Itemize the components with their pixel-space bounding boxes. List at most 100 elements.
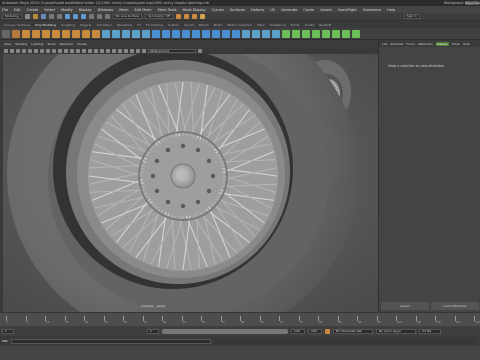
menu-help[interactable]: Help [387, 8, 395, 12]
shelf-tab-arnold[interactable]: Arnold [304, 23, 314, 27]
target-weld-icon[interactable] [212, 29, 220, 38]
motion-blur-icon[interactable] [100, 48, 104, 53]
layer-icon[interactable] [352, 29, 360, 38]
smooth-shade-icon[interactable] [70, 48, 74, 53]
cone-icon[interactable] [42, 29, 50, 38]
viewport[interactable]: Invisible _ persp [3, 54, 378, 312]
menu-edit[interactable]: Edit [14, 8, 21, 12]
select-component-icon[interactable] [80, 14, 86, 19]
menu-file[interactable]: File [2, 8, 8, 12]
command-input[interactable] [11, 338, 212, 344]
disc-icon[interactable] [72, 29, 80, 38]
undo-icon[interactable] [48, 14, 54, 19]
menu-deform[interactable]: Deform [251, 8, 264, 12]
attr-tab-selected[interactable]: Selected [390, 42, 403, 46]
center-pivot-icon[interactable] [292, 29, 300, 38]
symmetry-dropdown[interactable]: Symmetry: Off [145, 14, 173, 19]
mel-label[interactable]: MEL [2, 339, 8, 343]
isolate-select-icon[interactable] [112, 48, 116, 53]
sign-in-button[interactable]: Sign In [403, 14, 420, 19]
wireframe-icon[interactable] [64, 48, 68, 53]
harden-edge-icon[interactable] [332, 29, 340, 38]
xray-icon[interactable] [118, 48, 122, 53]
gate-mask-icon[interactable] [46, 48, 50, 53]
attr-tab-focus[interactable]: Focus [406, 42, 415, 46]
menu-create[interactable]: Create [27, 8, 39, 12]
shelf-tab-fx-caching[interactable]: FX Caching [146, 23, 163, 27]
xray-joints-icon[interactable] [124, 48, 128, 53]
character-set-dropdown[interactable]: No Character Set [333, 328, 373, 334]
cylindrical-uv-icon[interactable] [262, 29, 270, 38]
grid-icon[interactable] [28, 48, 32, 53]
range-end-field[interactable]: 120 [291, 328, 305, 334]
smooth-icon[interactable] [122, 29, 130, 38]
bevel-icon[interactable] [172, 29, 180, 38]
hypershade-icon[interactable] [199, 14, 205, 19]
menu-modify[interactable]: Modify [61, 8, 73, 12]
text-icon[interactable] [82, 29, 90, 38]
fps-dropdown[interactable]: 24 fps [419, 328, 441, 334]
render-icon[interactable] [175, 14, 181, 19]
shelf-tab-poly-modeling[interactable]: Poly Modeling [35, 23, 56, 27]
automatic-uv-icon[interactable] [272, 29, 280, 38]
snap-grid-icon[interactable] [88, 14, 94, 19]
shelf-tab-curves-surfaces[interactable]: Curves / Surfaces [4, 23, 30, 27]
shelf-tab-substance[interactable]: Substance [270, 23, 286, 27]
shelf-tab-fluids[interactable]: Fluids [291, 23, 300, 27]
menu-display[interactable]: Display [79, 8, 92, 12]
quad-draw-icon[interactable] [232, 29, 240, 38]
group-icon[interactable] [342, 29, 350, 38]
menu-generate[interactable]: Generate [281, 8, 297, 12]
panel-menu-shading[interactable]: Shading [15, 42, 27, 46]
menu-set-dropdown[interactable]: Modeling [2, 14, 22, 19]
camera-icon[interactable] [4, 48, 8, 53]
uv-editor-icon[interactable] [242, 29, 250, 38]
exposure-icon[interactable] [136, 48, 140, 53]
fill-hole-icon[interactable] [182, 29, 190, 38]
separate-icon[interactable] [112, 29, 120, 38]
snap-point-icon[interactable] [104, 14, 110, 19]
image-plane-icon[interactable] [22, 48, 26, 53]
cylinder-icon[interactable] [32, 29, 40, 38]
panel-menu-show[interactable]: Show [47, 42, 55, 46]
merge-icon[interactable] [192, 29, 200, 38]
menu-substance[interactable]: Substance [363, 8, 381, 12]
new-scene-icon[interactable] [24, 14, 30, 19]
workspace-dropdown[interactable]: Maya Classic [465, 1, 480, 5]
reverse-normals-icon[interactable] [312, 29, 320, 38]
menu-edit-mesh[interactable]: Edit Mesh [134, 8, 151, 12]
delete-history-icon[interactable] [302, 29, 310, 38]
edge-loop-icon[interactable] [222, 29, 230, 38]
bookmark-icon[interactable] [16, 48, 20, 53]
menu-select[interactable]: Select [44, 8, 55, 12]
camera-attributes-icon[interactable] [10, 48, 14, 53]
shelf-tab-rendering[interactable]: Rendering [117, 23, 132, 27]
shelf-tab-redshift[interactable]: Redshift [319, 23, 331, 27]
range-start-field[interactable]: 1 [147, 328, 159, 334]
color-space-dropdown[interactable]: sRGB gamma [148, 48, 196, 53]
combine-icon[interactable] [102, 29, 110, 38]
menu-windows[interactable]: Windows [98, 8, 114, 12]
attr-tab-display[interactable]: Display [435, 41, 449, 46]
shelf-tab-xgen[interactable]: XGen [257, 23, 265, 27]
open-scene-icon[interactable] [32, 14, 38, 19]
attr-tab-list[interactable]: List [382, 42, 387, 46]
menu-curves[interactable]: Curves [212, 8, 224, 12]
menu-arnold[interactable]: Arnold [320, 8, 331, 12]
snap-curve-icon[interactable] [96, 14, 102, 19]
freeze-transform-icon[interactable] [282, 29, 290, 38]
gamma-icon[interactable] [142, 48, 146, 53]
attr-tab-show[interactable]: Show [452, 42, 460, 46]
panel-menu-panels[interactable]: Panels [77, 42, 87, 46]
menu-openflight[interactable]: OpenFlight [338, 8, 357, 12]
boolean-icon[interactable] [132, 29, 140, 38]
attr-tab-help[interactable]: Help [463, 42, 470, 46]
plane-icon[interactable] [62, 29, 70, 38]
menu-mesh-display[interactable]: Mesh Display [183, 8, 206, 12]
svg-icon[interactable] [92, 29, 100, 38]
backface-icon[interactable] [130, 48, 134, 53]
resolution-gate-icon[interactable] [40, 48, 44, 53]
shelf-tab-fx[interactable]: FX [137, 23, 141, 27]
menu-cache[interactable]: Cache [303, 8, 314, 12]
multicut-icon[interactable] [202, 29, 210, 38]
